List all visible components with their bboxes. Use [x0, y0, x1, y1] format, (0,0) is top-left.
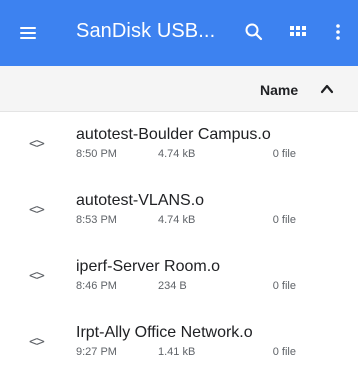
more-vert-icon[interactable]: [324, 18, 352, 46]
file-size: 4.74 kB: [158, 148, 196, 160]
sort-bar: Name: [0, 66, 358, 112]
code-file-icon: <>: [29, 136, 45, 152]
file-name: iperf-Server Room.o: [76, 258, 221, 275]
file-time: 9:27 PM: [76, 346, 117, 358]
file-count: 0 file: [272, 280, 296, 292]
app-title: SanDisk USB...: [76, 20, 216, 42]
file-size: 234 B: [158, 280, 187, 292]
grid-view-icon[interactable]: [284, 18, 312, 46]
file-name: autotest-Boulder Campus.o: [76, 126, 271, 143]
list-item[interactable]: <> Irpt-Ally Office Network.o 9:27 PM 1.…: [0, 310, 358, 376]
file-time: 8:53 PM: [76, 214, 117, 226]
file-size: 4.74 kB: [158, 214, 196, 226]
menu-icon[interactable]: [20, 23, 40, 43]
file-time: 8:50 PM: [76, 148, 117, 160]
chevron-up-icon[interactable]: [318, 80, 336, 98]
file-time: 8:46 PM: [76, 280, 117, 292]
app-bar: SanDisk USB...: [0, 0, 358, 66]
file-name: Irpt-Ally Office Network.o: [76, 324, 253, 341]
file-name: autotest-VLANS.o: [76, 192, 205, 209]
file-count: 0 file: [272, 346, 296, 358]
list-item[interactable]: <> iperf-Server Room.o 8:46 PM 234 B 0 f…: [0, 244, 358, 310]
list-item[interactable]: <> autotest-Boulder Campus.o 8:50 PM 4.7…: [0, 112, 358, 178]
sort-by-name-button[interactable]: Name: [260, 82, 298, 98]
code-file-icon: <>: [29, 268, 45, 284]
search-icon[interactable]: [240, 18, 268, 46]
file-count: 0 file: [272, 148, 296, 160]
code-file-icon: <>: [29, 202, 45, 218]
code-file-icon: <>: [29, 334, 45, 350]
file-size: 1.41 kB: [158, 346, 196, 358]
file-count: 0 file: [272, 214, 296, 226]
list-item[interactable]: <> autotest-VLANS.o 8:53 PM 4.74 kB 0 fi…: [0, 178, 358, 244]
